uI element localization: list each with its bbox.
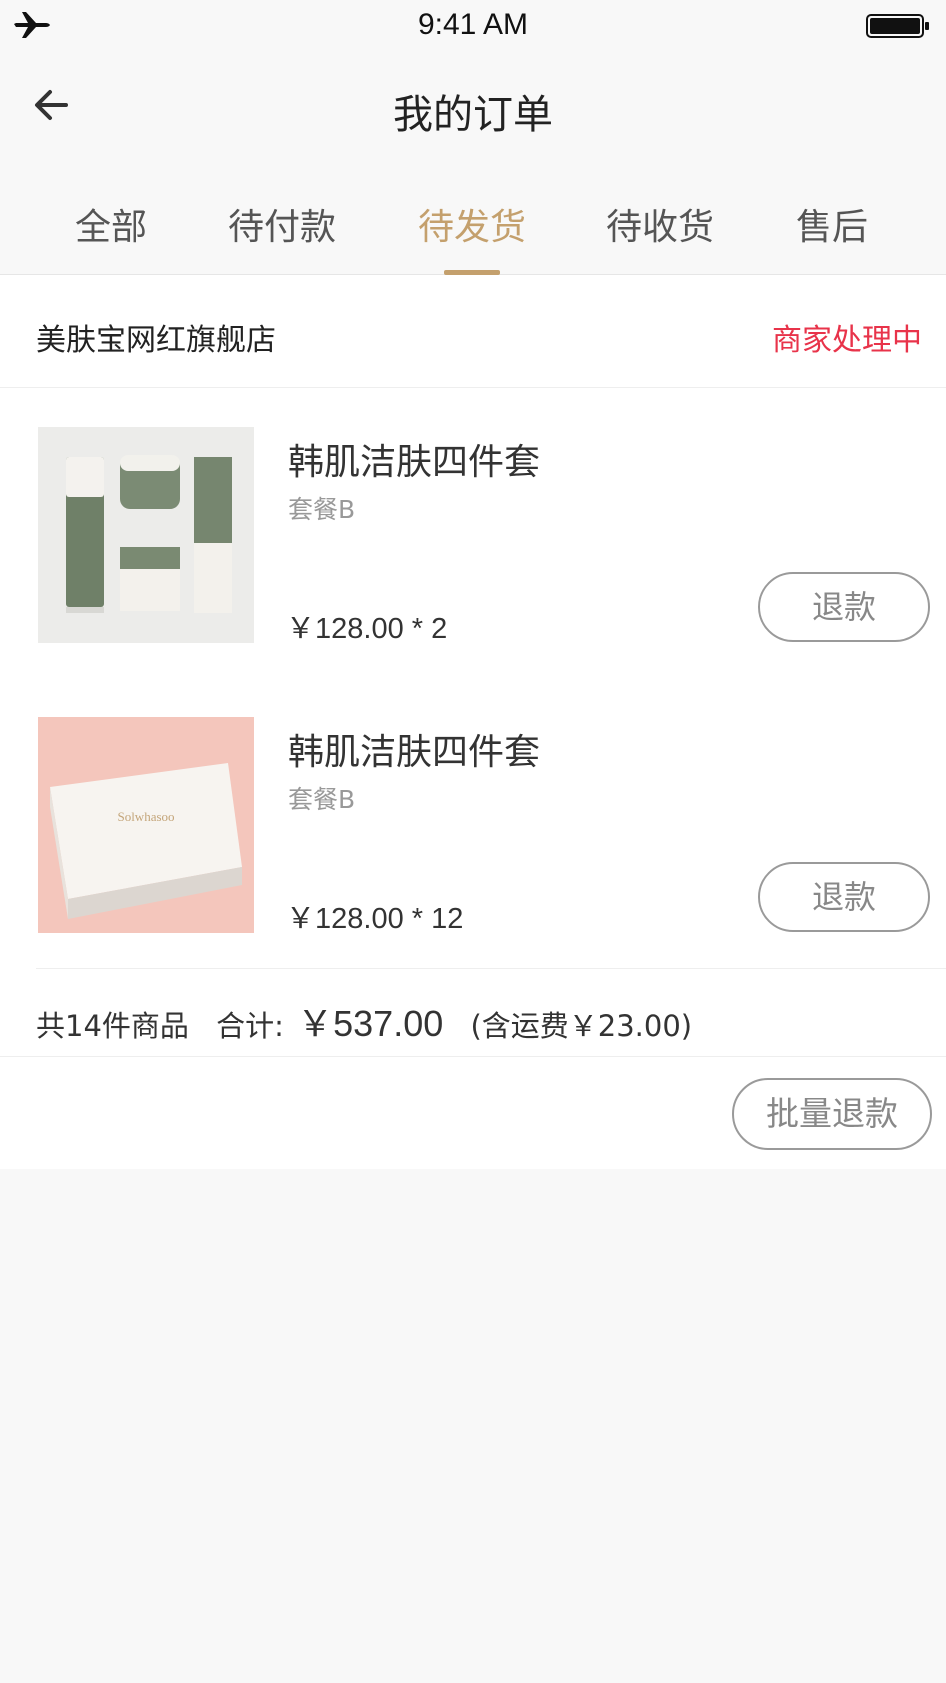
order-card: 美肤宝网红旗舰店 商家处理中 韩肌洁肤四件套 套餐B ￥128.00 * 2 退… bbox=[0, 275, 946, 1169]
divider bbox=[0, 1056, 946, 1057]
order-summary: 共14件商品 合计: ￥537.00 (含运费￥23.00) bbox=[36, 995, 936, 1055]
total-value: ￥537.00 bbox=[297, 1003, 444, 1044]
order-item[interactable]: 韩肌洁肤四件套 套餐B ￥128.00 * 2 退款 bbox=[0, 427, 946, 645]
page-title: 我的订单 bbox=[393, 92, 553, 138]
tab-pending-payment[interactable]: 待付款 bbox=[207, 198, 357, 250]
store-row[interactable]: 美肤宝网红旗舰店 商家处理中 bbox=[0, 275, 946, 388]
product-variant: 套餐B bbox=[288, 785, 356, 814]
product-image[interactable]: Solwhasoo bbox=[38, 717, 254, 933]
product-price: ￥128.00 * 12 bbox=[286, 903, 464, 935]
store-name[interactable]: 美肤宝网红旗舰店 bbox=[36, 315, 276, 359]
tab-pending-receipt[interactable]: 待收货 bbox=[585, 198, 735, 250]
box-brand-text: Solwhasoo bbox=[117, 809, 174, 824]
order-status: 商家处理中 bbox=[772, 323, 922, 358]
batch-refund-button[interactable]: 批量退款 bbox=[732, 1078, 932, 1150]
product-title[interactable]: 韩肌洁肤四件套 bbox=[288, 433, 540, 485]
order-tabs: 全部 待付款 待发货 待收货 售后 bbox=[0, 158, 946, 275]
product-image[interactable] bbox=[38, 427, 254, 643]
divider bbox=[36, 968, 946, 969]
battery-icon bbox=[866, 14, 929, 38]
tab-all[interactable]: 全部 bbox=[36, 198, 186, 250]
tab-after-sales[interactable]: 售后 bbox=[757, 198, 907, 250]
order-item[interactable]: Solwhasoo 韩肌洁肤四件套 套餐B ￥128.00 * 12 退款 bbox=[0, 717, 946, 935]
product-title[interactable]: 韩肌洁肤四件套 bbox=[288, 723, 540, 775]
refund-button[interactable]: 退款 bbox=[758, 572, 930, 642]
shipping-fee: (含运费￥23.00) bbox=[470, 1009, 693, 1043]
total-label: 合计: bbox=[216, 1009, 284, 1043]
status-bar: 9:41 AM bbox=[0, 0, 946, 52]
status-time: 9:41 AM bbox=[417, 8, 529, 41]
product-price: ￥128.00 * 2 bbox=[286, 613, 448, 645]
product-variant: 套餐B bbox=[288, 495, 356, 524]
item-count: 共14件商品 bbox=[36, 1009, 189, 1043]
nav-bar: 我的订单 bbox=[0, 52, 946, 158]
refund-button[interactable]: 退款 bbox=[758, 862, 930, 932]
tab-pending-shipment[interactable]: 待发货 bbox=[397, 198, 547, 250]
